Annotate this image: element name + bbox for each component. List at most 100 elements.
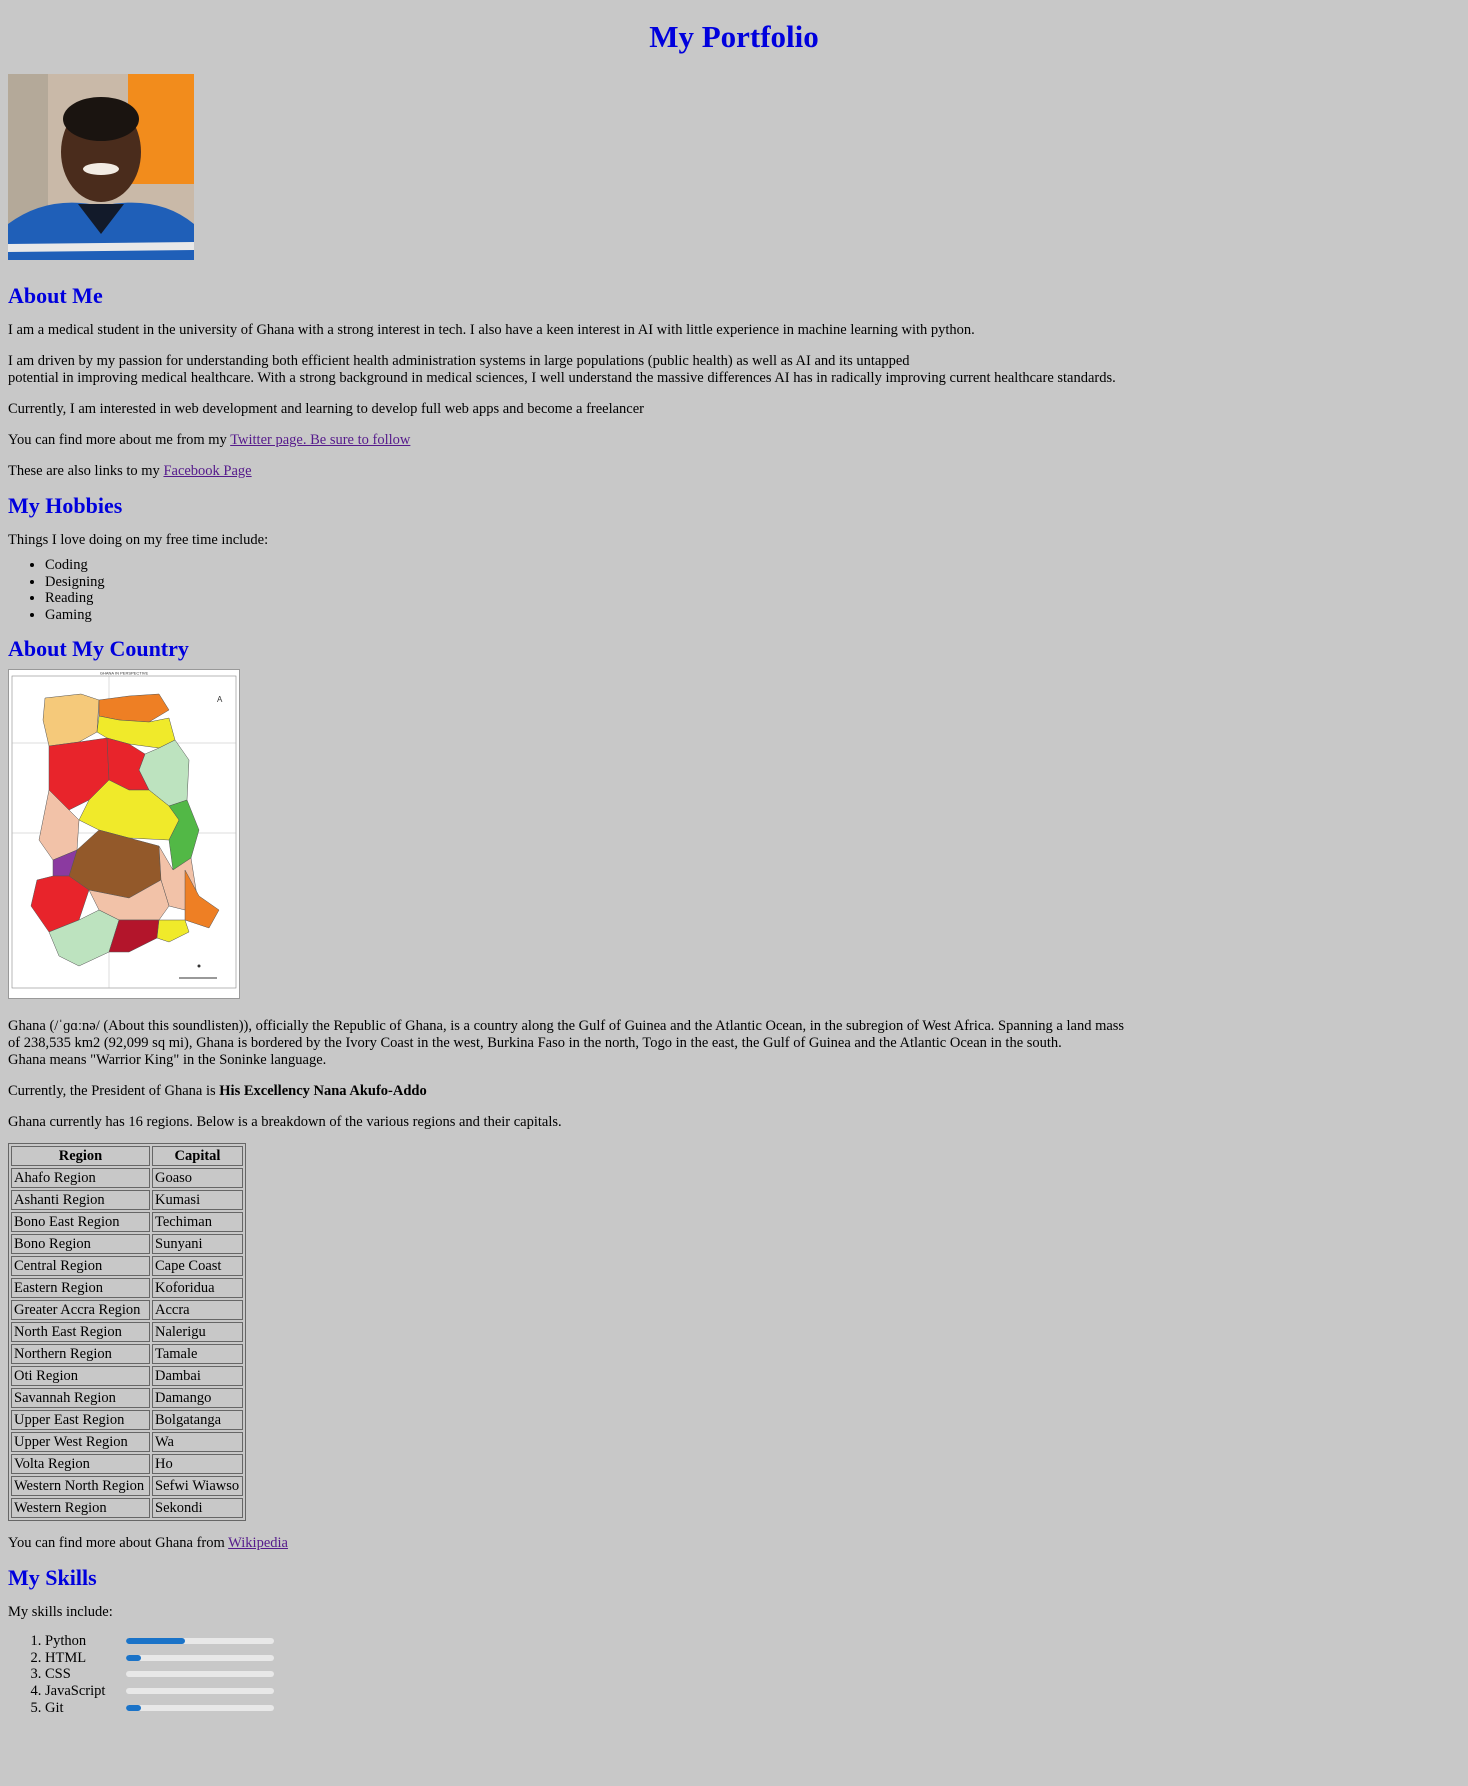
capital-cell: Sekondi [152, 1498, 243, 1518]
region-cell: Upper West Region [11, 1432, 150, 1452]
country-description-line-1: Ghana (/ˈɡɑːnə/ (About this soundlisten)… [8, 1018, 1125, 1034]
skill-progress-bar [126, 1704, 274, 1711]
skill-progress-bar [126, 1671, 274, 1678]
wiki-prefix: You can find more about Ghana from [8, 1535, 229, 1551]
facebook-link[interactable]: Facebook Page [163, 463, 251, 479]
hobby-item-reading: Reading [45, 590, 1460, 607]
skill-progress-bar [126, 1654, 274, 1661]
ghana-map-image: GHANA IN PERSPECTIVE A [8, 669, 240, 999]
skill-label: JavaScript [45, 1683, 106, 1700]
region-cell: Bono Region [11, 1234, 150, 1254]
table-row: Oti Region Dambai [11, 1366, 243, 1386]
skill-item-git: Git [45, 1700, 1460, 1717]
table-row: Ahafo Region Goaso [11, 1168, 243, 1188]
skills-heading: My Skills [8, 1565, 97, 1590]
skill-item-css: CSS [45, 1666, 1460, 1683]
region-cell: Northern Region [11, 1344, 150, 1364]
capital-cell: Damango [152, 1388, 243, 1408]
table-row: Volta Region Ho [11, 1454, 243, 1474]
about-paragraph-2: I am driven by my passion for understand… [8, 353, 1460, 387]
region-cell: Central Region [11, 1256, 150, 1276]
about-paragraph-1: I am a medical student in the university… [8, 322, 975, 338]
region-cell: Eastern Region [11, 1278, 150, 1298]
hobbies-intro: Things I love doing on my free time incl… [8, 532, 269, 548]
profile-photo [8, 74, 194, 260]
table-header-row: Region Capital [11, 1146, 243, 1166]
skills-intro: My skills include: [8, 1604, 113, 1620]
skill-progress-fill [126, 1638, 186, 1644]
table-row: Central Region Cape Coast [11, 1256, 243, 1276]
skill-progress-bar [126, 1688, 274, 1695]
skill-progress-fill [126, 1654, 141, 1661]
president-name: His Excellency Nana Akufo-Addo [219, 1083, 427, 1099]
twitter-paragraph: You can find more about me from my Twitt… [8, 432, 1460, 449]
hobby-item-coding: Coding [45, 557, 1460, 574]
region-cell: Bono East Region [11, 1212, 150, 1232]
capital-cell: Ho [152, 1454, 243, 1474]
capital-cell: Dambai [152, 1366, 243, 1386]
table-row: Western North Region Sefwi Wiawso [11, 1476, 243, 1496]
region-cell: Western North Region [11, 1476, 150, 1496]
skill-item-html: HTML [45, 1650, 1460, 1667]
about-paragraph-2-line-1: I am driven by my passion for understand… [8, 353, 910, 369]
svg-text:A: A [217, 695, 223, 704]
table-row: Savannah Region Damango [11, 1388, 243, 1408]
capital-cell: Cape Coast [152, 1256, 243, 1276]
twitter-link[interactable]: Twitter page. Be sure to follow [230, 432, 410, 448]
table-row: Upper East Region Bolgatanga [11, 1410, 243, 1430]
header-region: Region [11, 1146, 150, 1166]
table-row: Northern Region Tamale [11, 1344, 243, 1364]
about-paragraph-3: Currently, I am interested in web develo… [8, 401, 645, 417]
capital-cell: Techiman [152, 1212, 243, 1232]
capital-cell: Nalerigu [152, 1322, 243, 1342]
table-row: North East Region Nalerigu [11, 1322, 243, 1342]
hobbies-heading: My Hobbies [8, 493, 123, 518]
twitter-prefix: You can find more about me from my [8, 432, 231, 448]
page: My Portfolio About Me I am a medical stu… [0, 0, 1468, 1717]
capital-cell: Koforidua [152, 1278, 243, 1298]
skill-label: Python [45, 1633, 87, 1649]
facebook-paragraph: These are also links to my Facebook Page [8, 463, 1460, 480]
country-description-line-3: Ghana means "Warrior King" in the Sonink… [8, 1052, 327, 1068]
president-paragraph: Currently, the President of Ghana is His… [8, 1083, 1460, 1100]
capital-cell: Tamale [152, 1344, 243, 1364]
hobbies-list: Coding Designing Reading Gaming [8, 557, 1460, 623]
country-description: Ghana (/ˈɡɑːnə/ (About this soundlisten)… [8, 1018, 1460, 1069]
facebook-prefix: These are also links to my [8, 463, 164, 479]
region-cell: Upper East Region [11, 1410, 150, 1430]
skills-list: Python HTML CSS JavaScript Git [8, 1633, 1460, 1717]
president-prefix: Currently, the President of Ghana is [8, 1083, 220, 1099]
wiki-paragraph: You can find more about Ghana from Wikip… [8, 1535, 1460, 1552]
capital-cell: Accra [152, 1300, 243, 1320]
capital-cell: Sefwi Wiawso [152, 1476, 243, 1496]
hobby-item-gaming: Gaming [45, 607, 1460, 624]
country-heading: About My Country [8, 636, 189, 661]
skill-progress-bar [126, 1638, 274, 1644]
table-row: Western Region Sekondi [11, 1498, 243, 1518]
skill-item-python: Python [45, 1633, 1460, 1650]
table-row: Greater Accra Region Accra [11, 1300, 243, 1320]
skill-label: Git [45, 1699, 64, 1716]
region-cell: Western Region [11, 1498, 150, 1518]
skill-progress-fill [126, 1704, 141, 1711]
capital-cell: Goaso [152, 1168, 243, 1188]
hobby-item-designing: Designing [45, 574, 1460, 591]
table-row: Upper West Region Wa [11, 1432, 243, 1452]
page-title: My Portfolio [649, 19, 819, 54]
regions-intro: Ghana currently has 16 regions. Below is… [8, 1114, 562, 1130]
country-description-line-2: of 238,535 km2 (92,099 sq mi), Ghana is … [8, 1035, 1062, 1051]
region-cell: Volta Region [11, 1454, 150, 1474]
about-paragraph-2-line-2: potential in improving medical healthcar… [8, 370, 1116, 386]
capital-cell: Bolgatanga [152, 1410, 243, 1430]
about-heading: About Me [8, 283, 103, 308]
capital-cell: Wa [152, 1432, 243, 1452]
skill-item-javascript: JavaScript [45, 1683, 1460, 1700]
wikipedia-link[interactable]: Wikipedia [228, 1535, 288, 1551]
table-row: Bono Region Sunyani [11, 1234, 243, 1254]
header-capital: Capital [152, 1146, 243, 1166]
capital-cell: Kumasi [152, 1190, 243, 1210]
regions-table: Region Capital Ahafo Region Goaso Ashanti… [8, 1143, 246, 1521]
region-cell: Oti Region [11, 1366, 150, 1386]
table-row: Ashanti Region Kumasi [11, 1190, 243, 1210]
skill-label: CSS [45, 1666, 71, 1683]
